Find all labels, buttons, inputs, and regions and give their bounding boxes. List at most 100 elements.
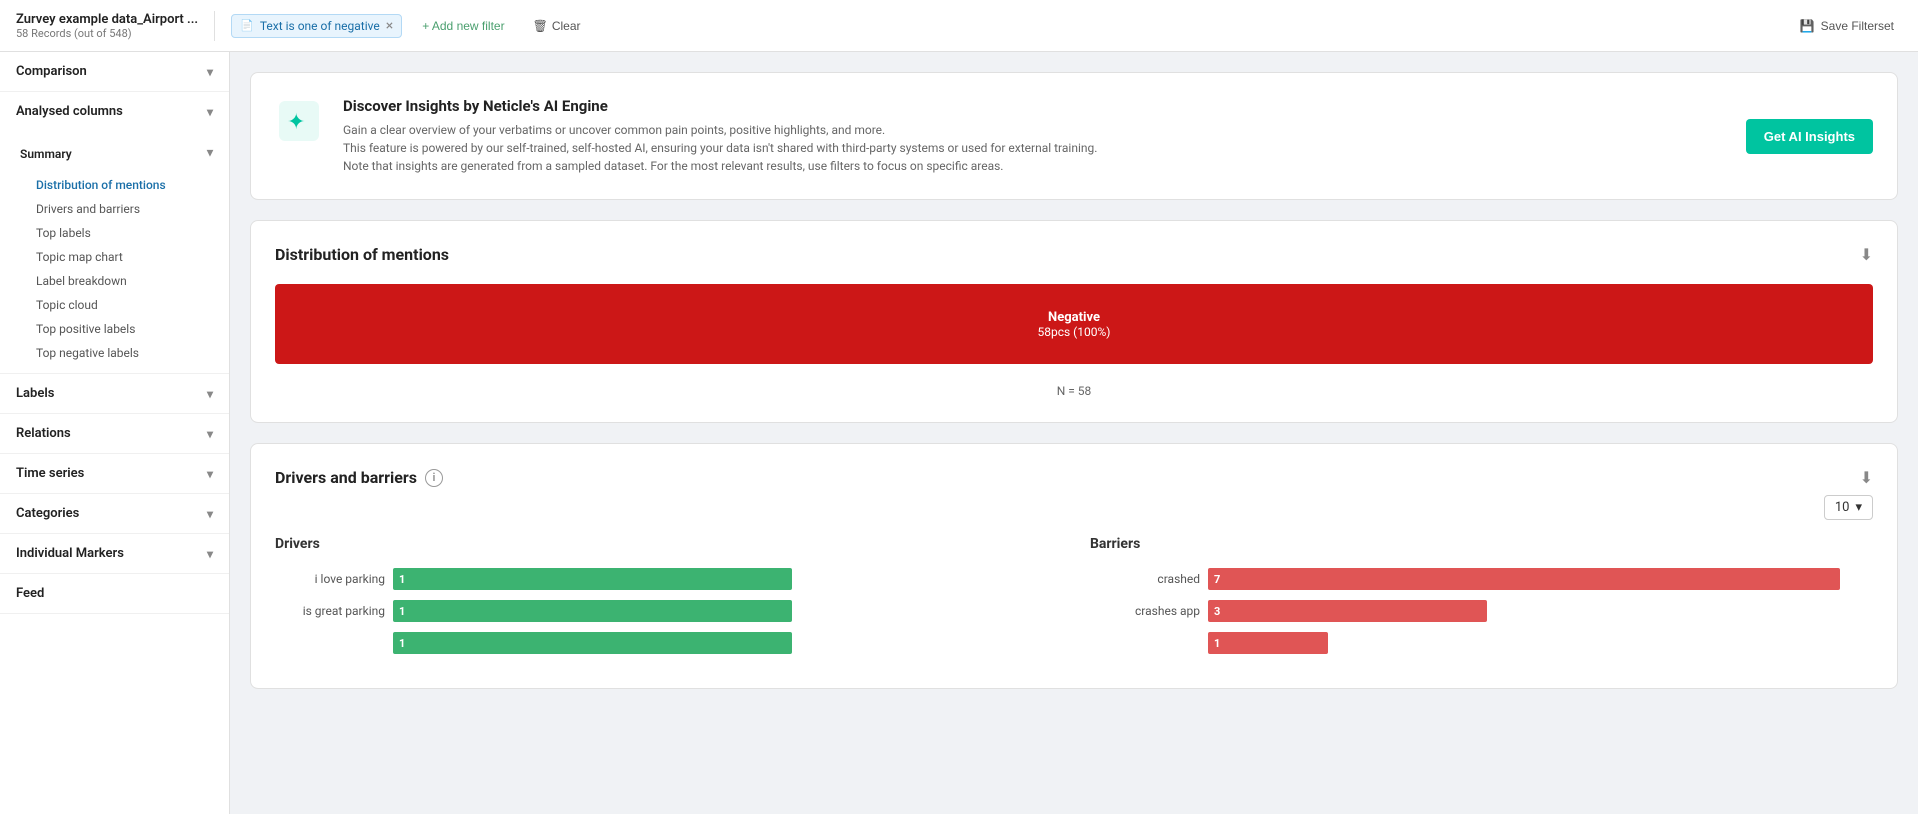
dist-bar-count: 58pcs (100%) [1038, 325, 1111, 339]
barrier-bar-fill-1: 7 [1208, 568, 1840, 590]
drivers-barriers-controls: ⬇ [1860, 468, 1873, 487]
sidebar-summary-submenu: Summary ▴ Distribution of mentions Drive… [0, 131, 229, 373]
sidebar-item-topic-map[interactable]: Topic map chart [0, 245, 229, 269]
sidebar-comparison-header[interactable]: Comparison ▾ [0, 52, 229, 91]
distribution-bar-negative: Negative 58pcs (100%) [275, 284, 1873, 364]
sidebar-individual-markers-section: Individual Markers ▾ [0, 534, 229, 574]
drivers-barriers-top-row: Drivers and barriers i ⬇ [275, 468, 1873, 487]
sidebar: Comparison ▾ Analysed columns ▾ Summary … [0, 52, 230, 814]
save-icon: 💾 [1800, 19, 1815, 33]
main-layout: Comparison ▾ Analysed columns ▾ Summary … [0, 52, 1918, 814]
barrier-row-2: crashes app 3 [1090, 600, 1873, 622]
driver-row-3: 1 [275, 632, 1058, 654]
ai-wand-icon: ✦ [279, 101, 319, 141]
sidebar-analysed-header[interactable]: Analysed columns ▾ [0, 92, 229, 131]
sidebar-timeseries-header[interactable]: Time series ▾ [0, 454, 229, 493]
drivers-barriers-title-text: Drivers and barriers [275, 468, 417, 487]
barrier-bar-track-3: 1 [1208, 632, 1873, 654]
sidebar-timeseries-section: Time series ▾ [0, 454, 229, 494]
distribution-n: N = 58 [275, 384, 1873, 398]
ai-desc-line3: Note that insights are generated from a … [343, 157, 1726, 175]
svg-text:✦: ✦ [287, 110, 305, 135]
labels-chevron: ▾ [207, 387, 213, 401]
barrier-bar-track-2: 3 [1208, 600, 1873, 622]
distribution-title: Distribution of mentions [275, 245, 449, 264]
barrier-label-2: crashes app [1090, 604, 1200, 618]
sidebar-item-topic-cloud[interactable]: Topic cloud [0, 293, 229, 317]
ai-desc-line1: Gain a clear overview of your verbatims … [343, 121, 1726, 139]
sidebar-item-top-labels[interactable]: Top labels [0, 221, 229, 245]
count-select-value: 10 [1835, 500, 1850, 515]
sidebar-item-distribution[interactable]: Distribution of mentions [0, 173, 229, 197]
project-title: Zurvey example data_Airport ... [16, 12, 198, 27]
driver-label-1: i love parking [275, 572, 385, 586]
count-select-chevron: ▾ [1855, 500, 1862, 515]
distribution-section-header: Distribution of mentions ⬇ [275, 245, 1873, 264]
drivers-section-title: Drivers [275, 536, 1058, 552]
sidebar-feed-label: Feed [16, 586, 44, 601]
barrier-row-1: crashed 7 [1090, 568, 1873, 590]
comparison-chevron: ▾ [207, 65, 213, 79]
driver-bar-track-1: 1 [393, 568, 1058, 590]
topbar: Zurvey example data_Airport ... 58 Recor… [0, 0, 1918, 52]
sidebar-item-top-positive-label: Top positive labels [36, 322, 135, 336]
get-ai-insights-button[interactable]: Get AI Insights [1746, 119, 1873, 154]
sidebar-relations-section: Relations ▾ [0, 414, 229, 454]
drivers-barriers-download-icon[interactable]: ⬇ [1860, 468, 1873, 487]
sidebar-item-label-breakdown[interactable]: Label breakdown [0, 269, 229, 293]
drivers-section: Drivers i love parking 1 is great parkin… [275, 536, 1058, 664]
drivers-barriers-info-icon[interactable]: i [425, 469, 443, 487]
categories-chevron: ▾ [207, 507, 213, 521]
driver-label-2: is great parking [275, 604, 385, 618]
sidebar-timeseries-label: Time series [16, 466, 84, 481]
clear-button[interactable]: 🗑 Clear [525, 15, 589, 37]
barrier-label-1: crashed [1090, 572, 1200, 586]
sidebar-labels-header[interactable]: Labels ▾ [0, 374, 229, 413]
sidebar-summary-label: Summary [20, 147, 72, 161]
topbar-right: 💾 Save Filterset [1792, 15, 1902, 37]
ai-content: Discover Insights by Neticle's AI Engine… [343, 97, 1726, 175]
driver-bar-fill-2: 1 [393, 600, 792, 622]
barrier-row-3: 1 [1090, 632, 1873, 654]
sidebar-summary-header[interactable]: Summary ▴ [0, 135, 229, 173]
driver-row-2: is great parking 1 [275, 600, 1058, 622]
sidebar-individual-markers-header[interactable]: Individual Markers ▾ [0, 534, 229, 573]
sidebar-categories-section: Categories ▾ [0, 494, 229, 534]
sidebar-comparison-label: Comparison [16, 64, 87, 79]
add-filter-button[interactable]: + Add new filter [414, 15, 512, 37]
distribution-card: Distribution of mentions ⬇ Negative 58pc… [250, 220, 1898, 423]
clear-label: Clear [552, 19, 581, 33]
sidebar-feed-header[interactable]: Feed [0, 574, 229, 613]
filter-chip[interactable]: 📄 Text is one of negative × [231, 14, 402, 38]
sidebar-analysed-section: Analysed columns ▾ Summary ▴ Distributio… [0, 92, 229, 374]
add-filter-label: + Add new filter [422, 19, 504, 33]
individual-markers-chevron: ▾ [207, 547, 213, 561]
sidebar-item-top-negative-label: Top negative labels [36, 346, 139, 360]
drivers-barriers-title: Drivers and barriers i [275, 468, 443, 487]
sidebar-analysed-label: Analysed columns [16, 104, 123, 119]
driver-bar-fill-1: 1 [393, 568, 792, 590]
ai-desc-line2: This feature is powered by our self-trai… [343, 139, 1726, 157]
summary-chevron: ▴ [207, 147, 213, 161]
sidebar-categories-header[interactable]: Categories ▾ [0, 494, 229, 533]
sidebar-item-drivers[interactable]: Drivers and barriers [0, 197, 229, 221]
sidebar-item-top-positive[interactable]: Top positive labels [0, 317, 229, 341]
distribution-bar-wrap: Negative 58pcs (100%) [275, 284, 1873, 364]
sidebar-item-distribution-label: Distribution of mentions [36, 178, 166, 192]
count-select[interactable]: 10 ▾ [1824, 495, 1873, 520]
sidebar-item-drivers-label: Drivers and barriers [36, 202, 140, 216]
content-area: ✦ Discover Insights by Neticle's AI Engi… [230, 52, 1918, 814]
filter-chip-remove[interactable]: × [386, 19, 393, 33]
ai-title: Discover Insights by Neticle's AI Engine [343, 97, 1726, 115]
dist-bar-label: Negative [1048, 310, 1100, 325]
barrier-bar-fill-3: 1 [1208, 632, 1328, 654]
sidebar-item-top-negative[interactable]: Top negative labels [0, 341, 229, 365]
sidebar-labels-label: Labels [16, 386, 54, 401]
barriers-section: Barriers crashed 7 crashes app 3 [1090, 536, 1873, 664]
save-filterset-button[interactable]: 💾 Save Filterset [1792, 15, 1902, 37]
sidebar-item-label-breakdown-label: Label breakdown [36, 274, 127, 288]
drivers-barriers-card: Drivers and barriers i ⬇ 10 ▾ Drivers i … [250, 443, 1898, 689]
sidebar-comparison-section: Comparison ▾ [0, 52, 229, 92]
sidebar-relations-header[interactable]: Relations ▾ [0, 414, 229, 453]
distribution-download-icon[interactable]: ⬇ [1860, 245, 1873, 264]
